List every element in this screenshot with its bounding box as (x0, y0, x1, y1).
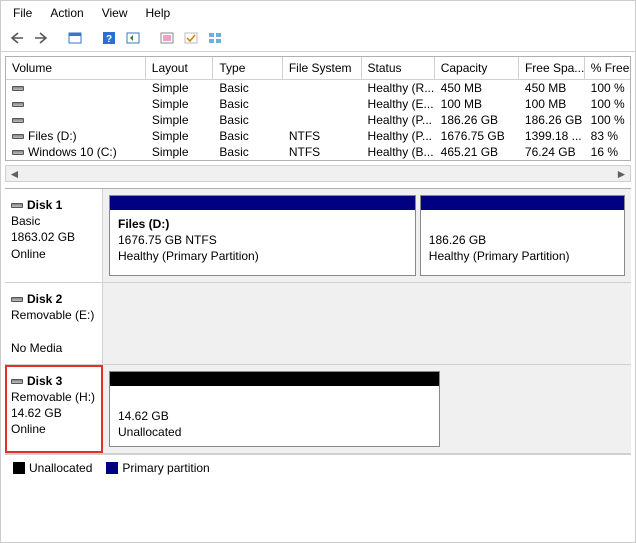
legend-primary: Primary partition (106, 461, 209, 475)
disk-3-info[interactable]: Disk 3 Removable (H:) 14.62 GB Online (5, 365, 103, 454)
disk-2: Disk 2 Removable (E:) No Media (5, 283, 631, 365)
volume-icon (12, 86, 24, 91)
horizontal-scrollbar[interactable]: ◄ ► (5, 165, 631, 182)
grid-icon[interactable] (205, 28, 225, 48)
toolbar: ? (1, 25, 635, 52)
volume-icon (12, 118, 24, 123)
scroll-right-icon[interactable]: ► (613, 166, 630, 181)
col-capacity[interactable]: Capacity (435, 57, 519, 79)
help-icon[interactable]: ? (99, 28, 119, 48)
partition-header-primary (421, 196, 624, 210)
forward-icon[interactable] (31, 28, 51, 48)
disk-2-info[interactable]: Disk 2 Removable (E:) No Media (5, 283, 103, 364)
disk-icon (11, 379, 23, 384)
disk-1-info[interactable]: Disk 1 Basic 1863.02 GB Online (5, 189, 103, 282)
legend-unallocated: Unallocated (13, 461, 92, 475)
col-percent[interactable]: % Free (585, 57, 630, 79)
volume-row[interactable]: SimpleBasicHealthy (P...186.26 GB186.26 … (6, 112, 630, 128)
menubar: File Action View Help (1, 1, 635, 25)
disk-1-partition-2[interactable]: 186.26 GB Healthy (Primary Partition) (420, 195, 625, 276)
svg-text:?: ? (106, 34, 112, 45)
back-icon[interactable] (7, 28, 27, 48)
partition-header-unallocated (110, 372, 439, 386)
check-icon[interactable] (181, 28, 201, 48)
volume-row[interactable]: SimpleBasicHealthy (E...100 MB100 MB100 … (6, 96, 630, 112)
volume-row[interactable]: Windows 10 (C:)SimpleBasicNTFSHealthy (B… (6, 144, 630, 160)
volume-columns: Volume Layout Type File System Status Ca… (6, 57, 630, 80)
action-icon[interactable] (123, 28, 143, 48)
col-volume[interactable]: Volume (6, 57, 146, 79)
disk-3: Disk 3 Removable (H:) 14.62 GB Online 14… (5, 365, 631, 455)
col-free[interactable]: Free Spa... (519, 57, 585, 79)
partition-header-primary (110, 196, 415, 210)
disk-icon (11, 297, 23, 302)
col-type[interactable]: Type (213, 57, 282, 79)
swatch-primary (106, 462, 118, 474)
disk-3-partition-1[interactable]: 14.62 GB Unallocated (109, 371, 440, 448)
disk-1-partition-1[interactable]: Files (D:) 1676.75 GB NTFS Healthy (Prim… (109, 195, 416, 276)
legend: Unallocated Primary partition (5, 454, 631, 479)
col-filesystem[interactable]: File System (283, 57, 362, 79)
menu-file[interactable]: File (5, 3, 42, 23)
volume-icon (12, 150, 24, 155)
volume-icon (12, 102, 24, 107)
volume-row[interactable]: Files (D:)SimpleBasicNTFSHealthy (P...16… (6, 128, 630, 144)
swatch-unallocated (13, 462, 25, 474)
scroll-left-icon[interactable]: ◄ (6, 166, 23, 181)
disk-1: Disk 1 Basic 1863.02 GB Online Files (D:… (5, 189, 631, 283)
disk-2-empty (103, 283, 631, 364)
volume-icon (12, 134, 24, 139)
menu-view[interactable]: View (94, 3, 138, 23)
volume-row[interactable]: SimpleBasicHealthy (R...450 MB450 MB100 … (6, 80, 630, 96)
col-layout[interactable]: Layout (146, 57, 214, 79)
list-icon[interactable] (157, 28, 177, 48)
disk-map: Disk 1 Basic 1863.02 GB Online Files (D:… (5, 188, 631, 454)
properties-icon[interactable] (65, 28, 85, 48)
col-status[interactable]: Status (362, 57, 435, 79)
disk-icon (11, 203, 23, 208)
disk-3-empty-space (444, 371, 625, 448)
menu-help[interactable]: Help (138, 3, 181, 23)
volume-list: Volume Layout Type File System Status Ca… (5, 56, 631, 161)
menu-action[interactable]: Action (42, 3, 93, 23)
